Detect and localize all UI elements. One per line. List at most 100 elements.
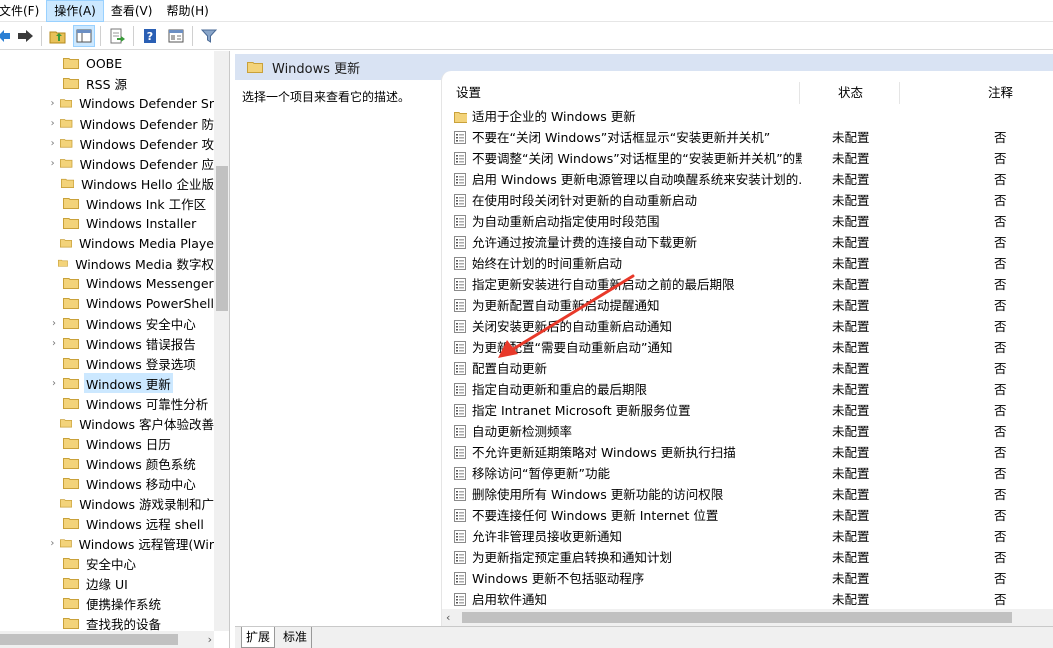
menu-bar: 文件(F) 操作(A) 查看(V) 帮助(H) (0, 0, 1053, 22)
folder-icon (58, 259, 69, 267)
folder-icon (60, 499, 73, 508)
tree-item[interactable]: OOBE (0, 53, 214, 73)
back-arrow-icon (0, 29, 10, 42)
navigation-tree: › OOBE RSS 源 › Windows Defender Sr › Windows … (0, 51, 230, 648)
tree-item[interactable]: Windows Ink 工作区 (0, 193, 214, 213)
folder-icon (63, 618, 79, 629)
tree-item[interactable]: Windows 日历 (0, 433, 214, 453)
forward-button[interactable] (14, 25, 36, 47)
main-pane: Windows 更新 选择一个项目来查看它的描述。 设置 状态 注释 适用于企业… (235, 51, 1053, 648)
folder-icon (63, 278, 79, 289)
folder-icon (63, 458, 79, 469)
tree-item-label: Windows Media Playe (78, 235, 214, 251)
expand-chevron-icon[interactable]: › (48, 318, 60, 329)
scroll-thumb[interactable] (216, 166, 228, 311)
annotation-arrow-icon (498, 274, 635, 358)
folder-icon (63, 338, 79, 349)
expand-chevron-icon[interactable]: › (48, 538, 57, 549)
menu-help[interactable]: 帮助(H) (159, 0, 215, 22)
tree-item[interactable]: Windows 可靠性分析 (0, 393, 214, 413)
folder-icon (63, 358, 79, 369)
tree-item[interactable]: Windows 远程 shell (0, 513, 214, 533)
tree-item-label: Windows 远程 shell (86, 516, 204, 532)
tree-item-label: Windows Hello 企业版 (81, 176, 214, 192)
folder-icon (62, 298, 79, 309)
tree-item[interactable]: Windows 游戏录制和广 (0, 493, 214, 513)
tab-extended[interactable]: 扩展 (241, 627, 276, 648)
menu-file[interactable]: 文件(F) (0, 0, 46, 22)
tree-item[interactable]: 安全中心 (0, 553, 214, 573)
tree-item[interactable]: Windows Messenger (0, 273, 214, 293)
tree-item[interactable]: › Windows Defender 攻 (0, 133, 214, 153)
tree-item[interactable]: RSS 源 (0, 73, 214, 93)
properties-button[interactable] (165, 25, 187, 47)
expand-chevron-icon[interactable]: › (48, 98, 57, 109)
folder-icon (63, 578, 79, 589)
tree-item[interactable]: 查找我的设备 (0, 613, 214, 633)
expand-chevron-icon[interactable]: › (48, 138, 57, 149)
tree-item[interactable]: Windows Media Playe (0, 233, 214, 253)
menu-action[interactable]: 操作(A) (46, 0, 104, 22)
toolbar-separator (100, 25, 101, 46)
tree-vertical-scrollbar[interactable] (214, 51, 229, 631)
tree-item[interactable]: Windows Media 数字权 (0, 253, 214, 273)
tree-item-label: Windows 错误报告 (86, 336, 196, 352)
tree-item-label: Windows 更新 (84, 373, 173, 393)
help-icon: ? (144, 28, 156, 43)
folder-icon (63, 558, 79, 569)
tree-item-label: 查找我的设备 (86, 616, 162, 632)
expand-chevron-icon[interactable]: › (48, 158, 57, 169)
export-list-icon (110, 28, 125, 43)
up-folder-icon (49, 31, 66, 43)
scroll-right-arrow-icon[interactable]: › (208, 631, 212, 648)
tree-item[interactable]: Windows 颜色系统 (0, 453, 214, 473)
up-folder-button[interactable] (47, 25, 69, 47)
tree-item[interactable]: › Windows 错误报告 (0, 333, 214, 353)
tree-item-label: Windows 颜色系统 (86, 456, 196, 472)
back-button[interactable] (0, 25, 10, 47)
tree-item-label: Windows Defender 攻 (79, 136, 214, 152)
tree-item[interactable]: Windows Installer (0, 213, 214, 233)
tree-horizontal-scrollbar[interactable]: › (0, 631, 214, 648)
expand-chevron-icon[interactable]: › (48, 378, 60, 389)
tree-item[interactable]: Windows PowerShell (0, 293, 214, 313)
folder-icon (63, 518, 79, 529)
tree-item[interactable]: › Windows 更新 (0, 373, 214, 393)
tree-item[interactable]: › Windows 远程管理(Wir (0, 533, 214, 553)
tree-item-label: Windows Defender Sr (79, 95, 214, 111)
tree-item-label: 便携操作系统 (86, 596, 162, 612)
folder-icon (60, 139, 73, 148)
tree-item[interactable]: › Windows Defender 防 (0, 113, 214, 133)
tree-item[interactable]: Windows 移动中心 (0, 473, 214, 493)
menu-view[interactable]: 查看(V) (104, 0, 160, 22)
expand-chevron-icon[interactable]: › (48, 338, 60, 349)
tree-item-label: Windows Media 数字权 (75, 256, 214, 272)
tree-item[interactable]: › Windows Defender Sr (0, 93, 214, 113)
tree-item[interactable]: Windows 登录选项 (0, 353, 214, 373)
tree-item[interactable]: Windows Hello 企业版 (0, 173, 214, 193)
tree-item[interactable]: 便携操作系统 (0, 593, 214, 613)
filter-icon (201, 29, 217, 43)
tree-item-label: Windows 安全中心 (86, 316, 196, 332)
tree-item[interactable]: Windows 客户体验改善 (0, 413, 214, 433)
tree-item-label: Windows Defender 防 (79, 116, 214, 132)
show-hide-tree-button[interactable] (73, 24, 95, 47)
tree-item[interactable]: › Windows 安全中心 (0, 313, 214, 333)
tree-item-label: Windows PowerShell (85, 295, 214, 311)
folder-icon (59, 539, 72, 548)
view-tabs: 扩展 标准 (235, 626, 1053, 648)
filter-button[interactable] (198, 25, 220, 47)
toolbar-separator (192, 25, 193, 46)
help-button[interactable]: ? (139, 25, 161, 47)
export-list-button[interactable] (106, 25, 128, 47)
expand-chevron-icon[interactable]: › (48, 118, 57, 129)
toolbar: ? (0, 22, 1053, 50)
folder-icon (63, 398, 79, 409)
tree-item[interactable]: › Windows Defender 应 (0, 153, 214, 173)
folder-icon (63, 58, 79, 69)
tree-item[interactable]: 边缘 UI (0, 573, 214, 593)
tree-item-label: Windows 远程管理(Wir (78, 536, 214, 552)
scroll-thumb[interactable] (0, 634, 178, 645)
toolbar-separator (41, 25, 42, 46)
tab-standard[interactable]: 标准 (279, 627, 313, 648)
